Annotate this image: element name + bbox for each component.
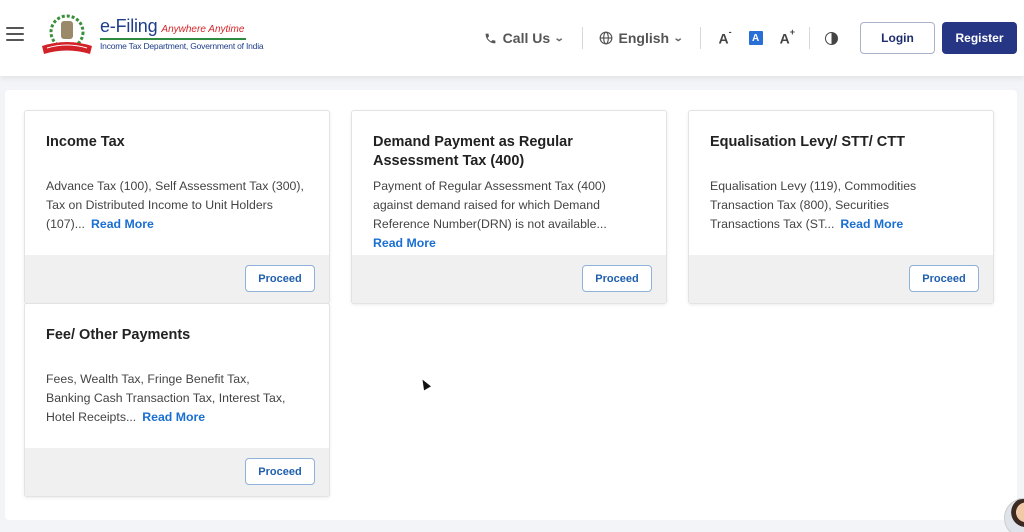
font-increase-button[interactable]: A+ — [779, 26, 795, 47]
card-title: Equalisation Levy/ STT/ CTT — [710, 134, 905, 150]
hamburger-menu-icon[interactable] — [6, 27, 24, 41]
logo-tagline: Anywhere Anytime — [161, 24, 245, 35]
divider — [581, 27, 583, 49]
card-title: Fee/ Other Payments — [46, 327, 191, 343]
proceed-button[interactable]: Proceed — [909, 265, 979, 292]
divider — [700, 27, 702, 49]
payment-card-fee-other: Fee/ Other Payments Fees, Wealth Tax, Fr… — [24, 303, 330, 497]
call-us-dropdown[interactable]: Call Us ⌄ — [484, 30, 565, 46]
card-footer: Proceed — [25, 255, 329, 303]
card-description-text: Payment of Regular Assessment Tax (400) … — [373, 179, 607, 231]
payment-card-equalisation-levy: Equalisation Levy/ STT/ CTT Equalisation… — [688, 110, 994, 304]
efiling-logo[interactable]: e-Filing Anywhere Anytime Income Tax Dep… — [38, 12, 264, 58]
card-footer: Proceed — [352, 255, 666, 303]
font-increase-label: A — [779, 30, 790, 47]
payment-card-income-tax: Income Tax Advance Tax (100), Self Asses… — [24, 110, 330, 304]
proceed-button[interactable]: Proceed — [245, 265, 315, 292]
font-decrease-label: A — [718, 30, 729, 47]
payment-card-demand-payment: Demand Payment as Regular Assessment Tax… — [351, 110, 667, 304]
font-decrease-button[interactable]: A- — [718, 26, 732, 47]
read-more-link[interactable]: Read More — [840, 217, 903, 231]
top-header: e-Filing Anywhere Anytime Income Tax Dep… — [0, 0, 1024, 76]
card-title: Demand Payment as Regular Assessment Tax… — [373, 134, 573, 169]
font-default-button[interactable]: A — [748, 31, 763, 45]
logo-title: e-Filing — [100, 16, 158, 36]
divider — [809, 27, 810, 49]
card-description-text: Advance Tax (100), Self Assessment Tax (… — [46, 179, 304, 231]
call-us-label: Call Us — [502, 30, 551, 46]
read-more-link[interactable]: Read More — [91, 217, 154, 231]
logo-subtitle: Income Tax Department, Government of Ind… — [100, 41, 264, 51]
read-more-link[interactable]: Read More — [142, 410, 205, 424]
plus-icon: + — [789, 26, 795, 37]
proceed-button[interactable]: Proceed — [245, 458, 315, 485]
globe-icon — [599, 31, 612, 45]
card-footer: Proceed — [25, 448, 329, 496]
card-description: Equalisation Levy (119), Commodities Tra… — [710, 177, 945, 234]
phone-icon — [485, 33, 496, 43]
card-title: Income Tax — [46, 134, 125, 150]
emblem-icon — [38, 12, 96, 58]
register-button[interactable]: Register — [942, 22, 1017, 54]
minus-icon: - — [728, 26, 732, 37]
proceed-button[interactable]: Proceed — [582, 265, 652, 292]
read-more-link[interactable]: Read More — [373, 234, 436, 253]
card-footer: Proceed — [689, 255, 993, 303]
card-description: Advance Tax (100), Self Assessment Tax (… — [46, 177, 308, 234]
language-label: English — [618, 30, 670, 46]
contrast-toggle-icon[interactable] — [825, 31, 838, 45]
language-dropdown[interactable]: English ⌄ — [599, 30, 684, 46]
chevron-down-icon: ⌄ — [672, 32, 684, 44]
login-button[interactable]: Login — [860, 22, 935, 54]
card-description: Payment of Regular Assessment Tax (400) … — [373, 177, 645, 253]
card-description: Fees, Wealth Tax, Fringe Benefit Tax, Ba… — [46, 370, 296, 427]
chevron-down-icon: ⌄ — [553, 32, 565, 44]
logo-divider — [100, 38, 246, 40]
